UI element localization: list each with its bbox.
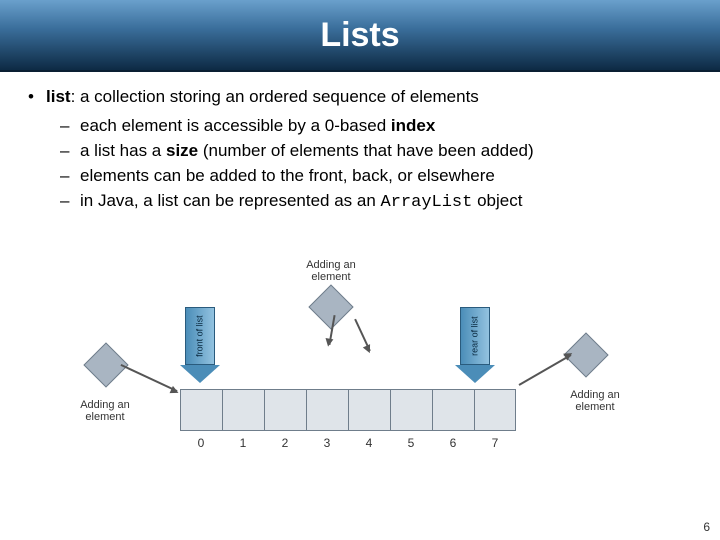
index-label: 4 <box>348 435 390 451</box>
array-cell <box>474 389 516 431</box>
add-caption: Adding anelement <box>70 399 140 423</box>
sub-text: a list has a size (number of elements th… <box>80 140 534 163</box>
index-label: 7 <box>474 435 516 451</box>
rear-label: rear of list <box>469 316 481 356</box>
sub-pre: each element is accessible by a 0-based <box>80 116 391 135</box>
array-cell <box>180 389 222 431</box>
index-label: 0 <box>180 435 222 451</box>
front-arrow-icon: front of list <box>185 307 215 383</box>
dash-icon <box>60 115 80 138</box>
sub-post: (number of elements that have been added… <box>198 141 534 160</box>
list-diagram: 0 1 2 3 4 5 6 7 front of list rear of li… <box>70 239 650 489</box>
term-definition: : a collection storing an ordered sequen… <box>71 87 479 106</box>
page-number: 6 <box>703 520 710 534</box>
sub-pre: elements can be added to the front, back… <box>80 166 495 185</box>
sub-code: ArrayList <box>381 193 473 212</box>
array-cell <box>222 389 264 431</box>
array-cell <box>432 389 474 431</box>
sub-post: object <box>472 191 522 210</box>
title-bar: Lists <box>0 0 720 72</box>
dash-icon <box>60 190 80 215</box>
list-item: elements can be added to the front, back… <box>60 165 692 188</box>
insert-arrow-icon <box>120 364 177 392</box>
sub-text: in Java, a list can be represented as an… <box>80 190 522 215</box>
dash-icon <box>60 140 80 163</box>
term-list: list <box>46 87 71 106</box>
array-cell <box>348 389 390 431</box>
insert-arrow-icon <box>354 318 371 351</box>
array-cell <box>390 389 432 431</box>
dash-icon <box>60 165 80 188</box>
index-label: 2 <box>264 435 306 451</box>
sub-bold: index <box>391 116 435 135</box>
index-row: 0 1 2 3 4 5 6 7 <box>180 435 516 451</box>
index-label: 3 <box>306 435 348 451</box>
bullet-text: list: a collection storing an ordered se… <box>46 86 479 109</box>
list-item: each element is accessible by a 0-based … <box>60 115 692 138</box>
add-caption: Adding anelement <box>560 389 630 413</box>
sub-bullet-list: each element is accessible by a 0-based … <box>28 115 692 215</box>
index-label: 1 <box>222 435 264 451</box>
index-label: 6 <box>432 435 474 451</box>
sub-pre: in Java, a list can be represented as an <box>80 191 381 210</box>
array-cell <box>264 389 306 431</box>
new-element-icon <box>308 284 353 329</box>
sub-text: elements can be added to the front, back… <box>80 165 495 188</box>
slide-title: Lists <box>320 16 399 55</box>
front-label: front of list <box>194 315 206 357</box>
array-cells <box>180 389 516 431</box>
rear-arrow-icon: rear of list <box>460 307 490 383</box>
sub-bold: size <box>166 141 198 160</box>
bullet-dot-icon <box>28 86 46 109</box>
list-item: in Java, a list can be represented as an… <box>60 190 692 215</box>
content-area: list: a collection storing an ordered se… <box>0 72 720 489</box>
index-label: 5 <box>390 435 432 451</box>
add-caption: Adding anelement <box>296 259 366 283</box>
insert-arrow-icon <box>519 354 572 386</box>
array-cell <box>306 389 348 431</box>
sub-pre: a list has a <box>80 141 166 160</box>
top-bullet: list: a collection storing an ordered se… <box>28 86 692 109</box>
sub-text: each element is accessible by a 0-based … <box>80 115 435 138</box>
list-item: a list has a size (number of elements th… <box>60 140 692 163</box>
